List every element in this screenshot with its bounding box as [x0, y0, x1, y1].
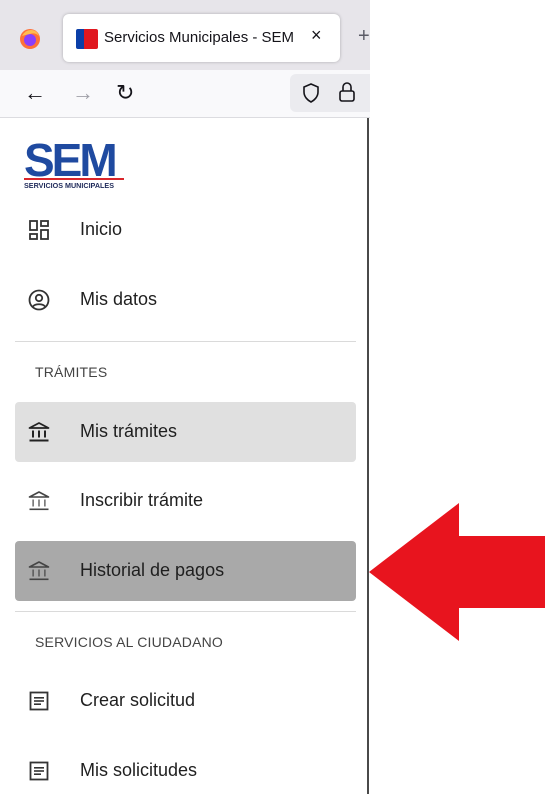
sidebar-item-mis-tramites[interactable]: Mis trámites — [15, 402, 356, 462]
section-header-servicios: SERVICIOS AL CIUDADANO — [35, 634, 224, 650]
sidebar-item-label: Mis datos — [80, 289, 158, 309]
sidebar-item-label: Mis trámites — [80, 421, 178, 441]
account-circle-icon — [28, 289, 50, 311]
sidebar-item-label: Mis solicitudes — [80, 760, 198, 780]
shield-icon[interactable] — [302, 83, 320, 103]
article-icon — [29, 761, 49, 781]
sidebar-item-label: Crear solicitud — [80, 690, 196, 710]
url-bar[interactable] — [290, 74, 370, 112]
sidebar-item-label: Inicio — [80, 219, 123, 239]
sidebar-item-label: Inscribir trámite — [80, 490, 204, 510]
sidebar-item-inscribir-tramite[interactable]: Inscribir trámite — [15, 471, 356, 531]
sidebar-border — [367, 118, 369, 794]
sidebar-item-mis-datos[interactable]: Mis datos — [15, 270, 356, 330]
tab-title: Servicios Municipales - SEM — [104, 29, 295, 46]
browser-tab-bar: Servicios Municipales - SEM × + — [0, 0, 370, 70]
sem-logo: SEM SERVICIOS MUNICIPALES — [24, 138, 124, 190]
forward-button[interactable]: → — [72, 80, 94, 106]
browser-tab[interactable]: Servicios Municipales - SEM × — [63, 14, 340, 62]
bank-icon — [28, 491, 50, 511]
sidebar-item-crear-solicitud[interactable]: Crear solicitud — [15, 671, 356, 731]
browser-nav-bar: ← → ↻ — [0, 70, 370, 118]
firefox-icon[interactable] — [19, 28, 41, 50]
page: Servicios Municipales - SEM × + ← → ↻ SE… — [0, 0, 545, 794]
sidebar-item-label: Historial de pagos — [80, 560, 225, 580]
bank-icon — [28, 422, 50, 442]
reload-button[interactable]: ↻ — [116, 80, 134, 106]
sidebar-divider — [15, 611, 356, 612]
new-tab-button[interactable]: + — [358, 25, 370, 48]
dashboard-icon — [29, 220, 49, 240]
bank-icon — [28, 561, 50, 581]
sidebar-divider — [15, 341, 356, 342]
sidebar-item-inicio[interactable]: Inicio — [15, 200, 356, 260]
red-arrow-annotation — [369, 503, 545, 641]
lock-icon[interactable] — [338, 81, 356, 103]
tab-close-button[interactable]: × — [311, 25, 322, 46]
section-header-tramites: TRÁMITES — [35, 364, 108, 380]
chile-flag-icon — [76, 29, 98, 49]
article-icon — [29, 691, 49, 711]
logo-subtitle: SERVICIOS MUNICIPALES — [24, 181, 114, 190]
back-button[interactable]: ← — [24, 80, 46, 106]
sidebar-item-mis-solicitudes[interactable]: Mis solicitudes — [15, 741, 356, 794]
sidebar-item-historial-de-pagos[interactable]: Historial de pagos — [15, 541, 356, 601]
